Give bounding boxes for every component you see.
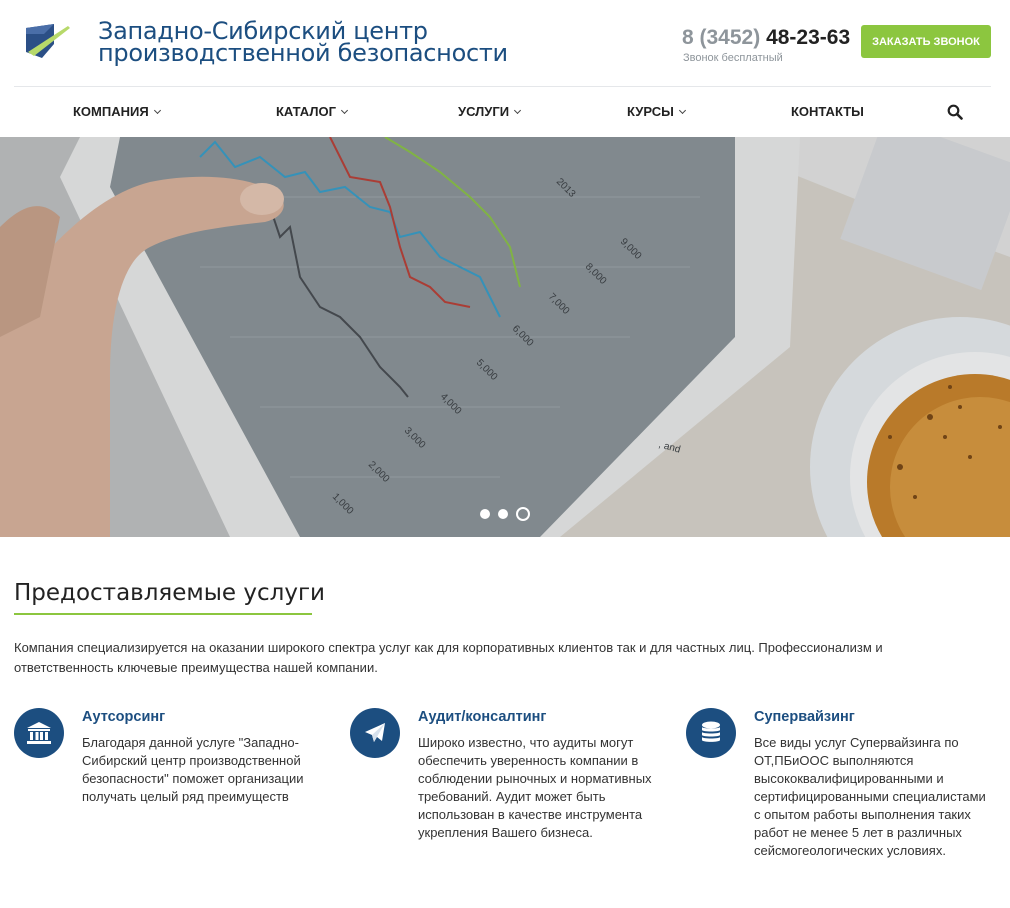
paper-plane-icon[interactable] — [350, 708, 400, 758]
nav-item-label: Каталог — [276, 104, 336, 119]
company-logo[interactable] — [24, 22, 70, 62]
nav-item-catalog[interactable]: Каталог — [276, 104, 348, 119]
company-name-line2: производственной безопасности — [98, 39, 508, 67]
nav-item-label: Компания — [73, 104, 149, 119]
chevron-down-icon — [678, 106, 686, 114]
service-title[interactable]: Аудит/консалтинг — [418, 709, 546, 725]
phone-code: 8 (3452) — [682, 26, 761, 49]
nav-item-courses[interactable]: Курсы — [627, 104, 686, 119]
services-title: Предоставляемые услуги — [14, 580, 325, 606]
nav-item-label: Услуги — [458, 104, 510, 119]
slider-dot-active[interactable] — [516, 507, 530, 521]
site-header: Западно-Сибирский центр производственной… — [0, 0, 1010, 86]
hero-image: 9,000 8,000 7,000 6,000 5,000 4,000 3,00… — [0, 137, 1010, 537]
search-icon[interactable] — [947, 104, 963, 120]
services-intro: Компания специализируется на оказании ши… — [14, 640, 883, 675]
slider-dot[interactable] — [498, 509, 508, 519]
service-text: Широко известно, что аудиты могут обеспе… — [418, 735, 652, 840]
phone-digits: 48-23-63 — [766, 26, 851, 49]
bank-icon[interactable] — [14, 708, 64, 758]
chevron-down-icon — [153, 106, 161, 114]
nav-item-label: Контакты — [791, 104, 864, 119]
slider-dots — [0, 507, 1010, 521]
slider-dot[interactable] — [480, 509, 490, 519]
phone-number[interactable]: 8 (3452) 48-23-63 — [682, 26, 850, 50]
service-text: Все виды услуг Супервайзинга по ОТ,ПБиОО… — [754, 735, 986, 858]
chevron-down-icon — [340, 106, 348, 114]
company-name[interactable]: Западно-Сибирский центр производственной… — [98, 19, 508, 67]
main-nav: Компания Каталог Услуги Курсы Контакты — [0, 87, 1010, 137]
nav-item-services[interactable]: Услуги — [458, 104, 522, 119]
nav-item-label: Курсы — [627, 104, 674, 119]
service-text: Благодаря данной услуге "Западно-Сибирск… — [82, 735, 304, 804]
title-underline — [14, 613, 312, 615]
service-title[interactable]: Аутсорсинг — [82, 709, 165, 725]
nav-item-contacts[interactable]: Контакты — [791, 104, 864, 119]
database-icon[interactable] — [686, 708, 736, 758]
order-call-button[interactable]: Заказать звонок — [861, 25, 991, 58]
nav-item-company[interactable]: Компания — [73, 104, 161, 119]
phone-note: Звонок бесплатный — [683, 52, 783, 64]
service-title[interactable]: Супервайзинг — [754, 709, 855, 725]
chevron-down-icon — [514, 106, 522, 114]
hero-slider[interactable]: 9,000 8,000 7,000 6,000 5,000 4,000 3,00… — [0, 137, 1010, 537]
